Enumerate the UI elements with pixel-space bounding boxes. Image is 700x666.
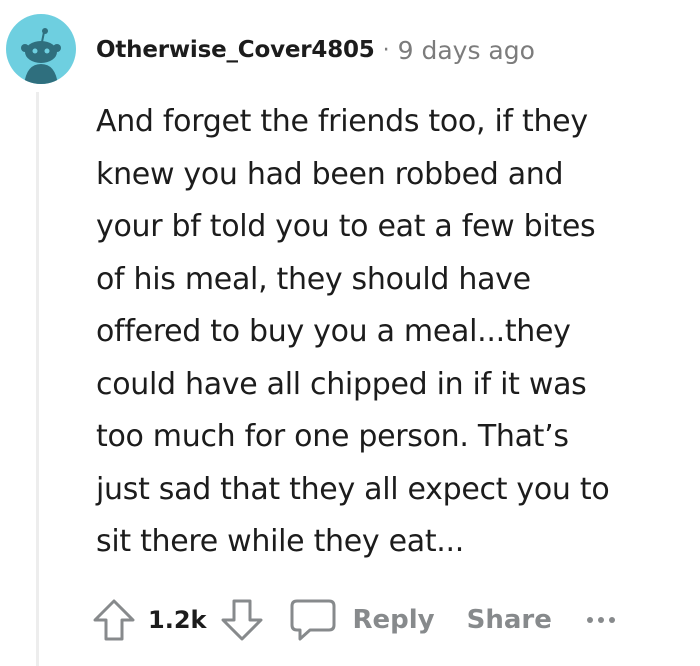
snoo-avatar-icon [21, 28, 61, 84]
comment-timestamp[interactable]: 9 days ago [398, 36, 535, 65]
downvote-arrow-icon [221, 599, 263, 641]
upvote-arrow-icon [93, 599, 135, 641]
comment-line: could have all chipped in if it was [96, 366, 587, 402]
comment-body: And forget the friends too, if they knew… [96, 96, 686, 569]
reply-label: Reply [352, 605, 435, 635]
comment-line: And forget the friends too, if they [96, 104, 588, 139]
comment-line: offered to buy you a meal...they [96, 314, 571, 349]
vote-count: 1.2k [148, 606, 207, 634]
upvote-button[interactable] [90, 596, 138, 644]
thread-line[interactable] [36, 92, 39, 666]
downvote-button[interactable] [218, 596, 266, 644]
reply-button[interactable]: Reply [288, 597, 435, 643]
more-options-button[interactable] [586, 614, 616, 626]
comment-line: your bf told you to eat a few bites [96, 209, 596, 244]
comment-line: of his meal, they should have [96, 261, 531, 297]
comment-line: just sad that they all expect you to [96, 471, 610, 507]
share-button[interactable]: Share [467, 605, 552, 635]
comment-line: sit there while they eat... [96, 524, 465, 559]
author-username[interactable]: Otherwise_Cover4805 [96, 37, 375, 63]
comment-action-bar: 1.2k Reply Share [90, 594, 616, 646]
avatar[interactable] [6, 14, 76, 84]
comment-line: too much for one person. That’s [96, 419, 569, 454]
meta-separator: · [382, 37, 390, 63]
comment-line: knew you had been robbed and [96, 156, 564, 192]
comment-meta: Otherwise_Cover4805 · 9 days ago [96, 32, 535, 68]
speech-bubble-icon [290, 599, 336, 641]
more-options-icon [586, 617, 615, 623]
